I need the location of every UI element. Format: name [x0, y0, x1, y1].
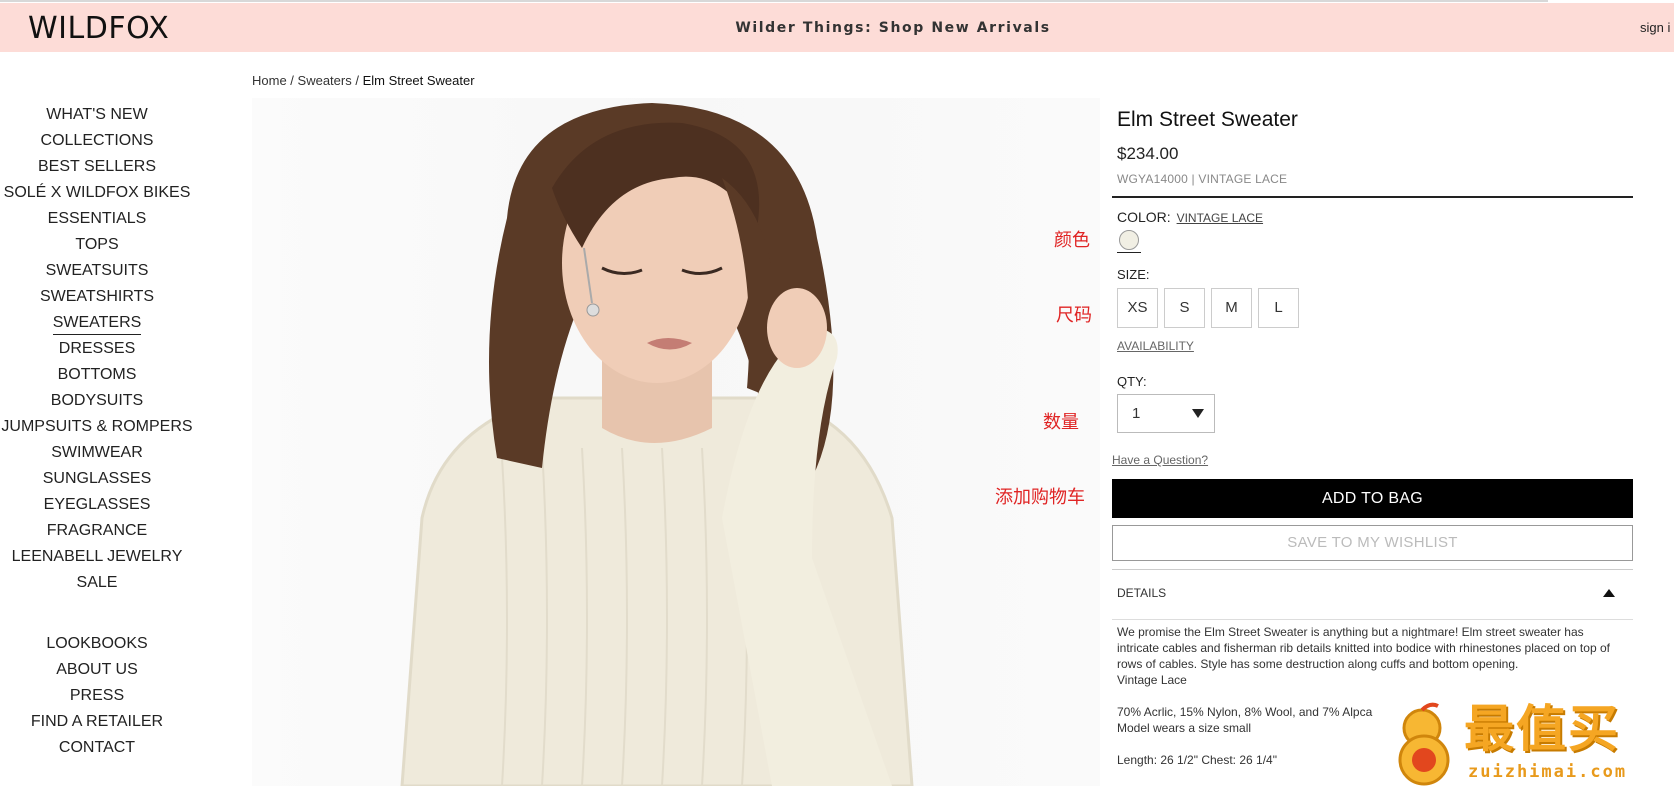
nav-item-lookbooks[interactable]: LOOKBOOKS	[0, 631, 194, 657]
nav-gap	[0, 596, 194, 631]
nav-item-bodysuits[interactable]: BODYSUITS	[0, 388, 194, 414]
size-option-xs[interactable]: XS	[1117, 288, 1158, 328]
nav-item-collections[interactable]: COLLECTIONS	[0, 128, 194, 154]
title-divider	[1112, 196, 1633, 198]
breadcrumb-separator: /	[351, 73, 363, 88]
nav-item-dresses[interactable]: DRESSES	[0, 336, 194, 362]
color-label: COLOR: VINTAGE LACE	[1117, 209, 1263, 225]
qty-select[interactable]: 1	[1117, 394, 1215, 433]
size-option-l[interactable]: L	[1258, 288, 1299, 328]
annotation-color: 颜色	[1054, 230, 1090, 251]
nav-item-eyeglasses[interactable]: EYEGLASSES	[0, 492, 194, 518]
nav-item-jumpsuits-rompers[interactable]: JUMPSUITS & ROMPERS	[0, 414, 194, 440]
watermark-brand: 最值买	[1464, 700, 1620, 758]
nav-item-leenabell-jewelry[interactable]: LEENABELL JEWELRY	[0, 544, 194, 570]
product-title: Elm Street Sweater	[1117, 108, 1298, 131]
model-illustration	[400, 103, 914, 786]
breadcrumb-current: Elm Street Sweater	[362, 73, 475, 88]
nav-item-whats-new[interactable]: WHAT'S NEW	[0, 102, 194, 128]
color-value-link[interactable]: VINTAGE LACE	[1177, 211, 1263, 225]
product-sku: WGYA14000	[1117, 172, 1188, 186]
size-label: SIZE:	[1117, 267, 1150, 282]
breadcrumb-separator: /	[286, 73, 298, 88]
site-header: WILDFOX Wilder Things: Shop New Arrivals…	[0, 3, 1674, 52]
color-swatch-vintage-lace[interactable]	[1119, 230, 1139, 250]
product-sku-line: WGYA14000 | VINTAGE LACE	[1117, 172, 1287, 186]
save-to-wishlist-button[interactable]: SAVE TO MY WISHLIST	[1112, 525, 1633, 561]
nav-item-find-a-retailer[interactable]: FIND A RETAILER	[0, 709, 194, 735]
breadcrumb-home[interactable]: Home	[252, 73, 287, 88]
caret-up-icon	[1603, 589, 1615, 597]
promo-banner-wrap: Wilder Things: Shop New Arrivals	[0, 3, 1674, 52]
nav-item-best-sellers[interactable]: BEST SELLERS	[0, 154, 194, 180]
nav-item-sole-wildfox-bikes[interactable]: SOLÉ X WILDFOX BIKES	[0, 180, 194, 206]
size-option-s[interactable]: S	[1164, 288, 1205, 328]
details-label: DETAILS	[1117, 586, 1167, 600]
product-price: $234.00	[1117, 144, 1179, 163]
top-border	[0, 0, 1548, 2]
nav-item-sweatshirts[interactable]: SWEATSHIRTS	[0, 284, 194, 310]
gourd-mascot-icon	[1398, 702, 1450, 786]
availability-link[interactable]: AVAILABILITY	[1117, 339, 1194, 353]
breadcrumb: Home / Sweaters / Elm Street Sweater	[252, 73, 475, 88]
color-label-text: COLOR:	[1117, 209, 1171, 225]
nav-item-sweatsuits[interactable]: SWEATSUITS	[0, 258, 194, 284]
nav-item-sunglasses[interactable]: SUNGLASSES	[0, 466, 194, 492]
qty-value: 1	[1132, 405, 1141, 422]
annotation-add-to-cart: 添加购物车	[995, 487, 1085, 508]
nav-item-press[interactable]: PRESS	[0, 683, 194, 709]
category-nav: WHAT'S NEW COLLECTIONS BEST SELLERS SOLÉ…	[0, 102, 194, 761]
sign-in-link[interactable]: sign i	[1640, 20, 1670, 35]
have-a-question-link[interactable]: Have a Question?	[1112, 453, 1208, 467]
watermark-url: zuizhimai.com	[1468, 762, 1628, 782]
product-photo[interactable]	[252, 98, 1100, 786]
nav-item-fragrance[interactable]: FRAGRANCE	[0, 518, 194, 544]
sku-separator: |	[1191, 172, 1195, 186]
description-text: We promise the Elm Street Sweater is any…	[1117, 625, 1610, 671]
caret-down-icon	[1192, 409, 1204, 418]
nav-item-sale[interactable]: SALE	[0, 570, 194, 596]
annotation-quantity: 数量	[1043, 412, 1079, 433]
promo-banner[interactable]: Wilder Things: Shop New Arrivals	[0, 20, 1674, 36]
swatch-selected-indicator	[1117, 252, 1141, 253]
size-option-m[interactable]: M	[1211, 288, 1252, 328]
qty-label: QTY:	[1117, 374, 1147, 389]
annotation-size: 尺码	[1056, 305, 1092, 326]
nav-item-about-us[interactable]: ABOUT US	[0, 657, 194, 683]
details-accordion-header[interactable]: DETAILS	[1112, 569, 1633, 620]
nav-item-tops[interactable]: TOPS	[0, 232, 194, 258]
watermark: 最值买 zuizhimai.com	[1386, 700, 1674, 786]
nav-item-swimwear[interactable]: SWIMWEAR	[0, 440, 194, 466]
nav-item-bottoms[interactable]: BOTTOMS	[0, 362, 194, 388]
nav-item-essentials[interactable]: ESSENTIALS	[0, 206, 194, 232]
nav-item-contact[interactable]: CONTACT	[0, 735, 194, 761]
description-color: Vintage Lace	[1117, 673, 1187, 687]
nav-item-sweaters[interactable]: SWEATERS	[0, 310, 194, 336]
add-to-bag-button[interactable]: ADD TO BAG	[1112, 479, 1633, 518]
breadcrumb-sweaters[interactable]: Sweaters	[298, 73, 352, 88]
product-color-name: VINTAGE LACE	[1198, 172, 1288, 186]
